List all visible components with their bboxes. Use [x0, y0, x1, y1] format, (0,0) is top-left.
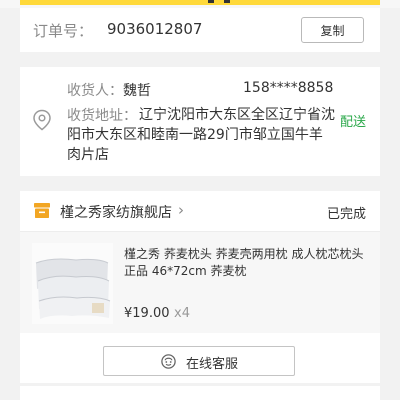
customer-service-icon [161, 354, 176, 369]
chevron-right-icon: › [178, 201, 184, 219]
receiver-label: 收货人： [67, 83, 123, 99]
product-title[interactable]: 槿之秀 荞麦枕头 荞麦壳两用枕 成人枕芯枕头 正品 46*72cm 荞麦枕 [124, 246, 364, 280]
order-number-label: 订单号： [33, 22, 94, 40]
product-price: ¥19.00 [124, 306, 170, 321]
product-quantity: x4 [174, 306, 190, 321]
banner-mark [224, 0, 230, 3]
banner-mark [208, 0, 214, 3]
store-name[interactable]: 槿之秀家纺旗舰店 [60, 202, 172, 222]
order-number-value: 9036012807 [107, 20, 203, 38]
product-item[interactable]: 槿之秀 荞麦枕头 荞麦壳两用枕 成人枕芯枕头 正品 46*72cm 荞麦枕 ¥1… [20, 232, 380, 333]
receiver-name: 魏哲 [123, 83, 151, 99]
location-pin-icon [33, 109, 51, 131]
next-section-edge [20, 386, 380, 400]
receiver-phone: 158****8858 [243, 80, 334, 96]
order-number-card: 订单号： 9036012807 复制 [20, 8, 380, 52]
order-status: 已完成 [326, 207, 366, 222]
product-image[interactable] [32, 243, 113, 324]
top-banner-strip [0, 0, 400, 8]
store-header[interactable]: 槿之秀家纺旗舰店 › 已完成 [20, 191, 380, 232]
shipping-address-card: 收货人： 魏哲 158****8858 收货地址： 辽宁沈阳市大东区全区辽宁省沈… [20, 67, 380, 176]
top-accent-bar [20, 0, 380, 5]
online-service-button[interactable]: 在线客服 [103, 346, 295, 376]
address-text: 辽宁沈阳市大东区全区辽宁省沈阳市大东区和睦南一路29门市邹立国牛羊肉片店 [67, 107, 335, 163]
shop-icon [34, 203, 50, 218]
copy-button[interactable]: 复制 [301, 17, 364, 43]
order-actions: 在线客服 [20, 333, 380, 383]
delivery-mode: 配送 [339, 115, 366, 130]
online-service-label: 在线客服 [186, 357, 239, 372]
